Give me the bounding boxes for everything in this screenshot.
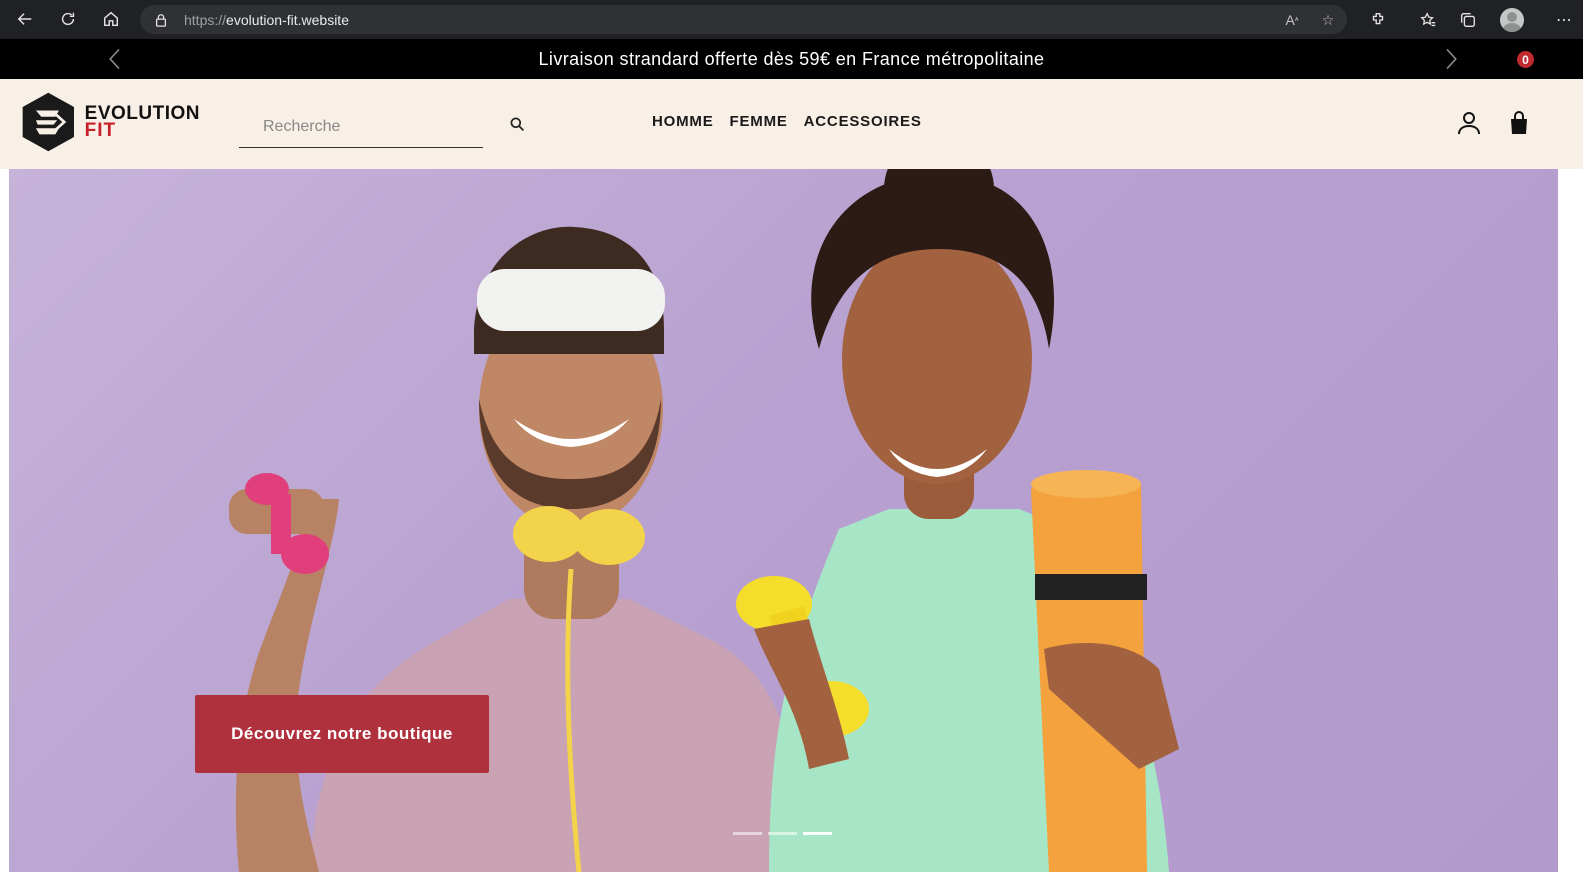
hero-banner: Découvrez notre boutique bbox=[9, 169, 1558, 872]
site-header: EVOLUTION FIT HOMME FEMME ACCESSOIRES bbox=[0, 79, 1583, 169]
logo-text-fit: FIT bbox=[84, 120, 117, 141]
hero-gutter-left bbox=[0, 169, 9, 872]
back-icon[interactable] bbox=[9, 3, 41, 35]
main-nav: HOMME FEMME ACCESSOIRES bbox=[652, 113, 922, 130]
announcement-prev-icon[interactable] bbox=[101, 45, 129, 73]
slider-dot-3[interactable] bbox=[803, 832, 832, 835]
address-bar[interactable]: https://evolution-fit.website Aᴬ ☆ bbox=[140, 5, 1347, 34]
cart-count-badge: 0 bbox=[1517, 51, 1534, 68]
nav-item-femme[interactable]: FEMME bbox=[730, 113, 788, 130]
cart-icon[interactable] bbox=[1506, 109, 1532, 137]
account-icon[interactable] bbox=[1456, 110, 1482, 136]
more-icon[interactable]: ⋯ bbox=[1548, 4, 1580, 36]
collections-icon[interactable] bbox=[1452, 4, 1484, 36]
lock-icon bbox=[154, 12, 170, 28]
site-logo[interactable]: EVOLUTION FIT bbox=[20, 87, 200, 157]
home-icon[interactable] bbox=[95, 3, 127, 35]
announcement-next-icon[interactable] bbox=[1437, 45, 1465, 73]
nav-item-accessoires[interactable]: ACCESSOIRES bbox=[804, 113, 922, 130]
extensions-icon[interactable] bbox=[1362, 4, 1394, 36]
reload-icon[interactable] bbox=[52, 3, 84, 35]
slider-dot-2[interactable] bbox=[768, 832, 797, 835]
favorite-add-icon[interactable]: ☆ bbox=[1317, 9, 1339, 31]
shop-cta-button[interactable]: Découvrez notre boutique bbox=[195, 695, 489, 773]
slider-pagination bbox=[733, 832, 832, 835]
nav-item-homme[interactable]: HOMME bbox=[652, 113, 714, 130]
slider-dot-1[interactable] bbox=[733, 832, 762, 835]
search-input[interactable] bbox=[239, 117, 469, 136]
hero-gutter-right bbox=[1558, 169, 1583, 872]
url-text: https://evolution-fit.website bbox=[184, 11, 349, 28]
announcement-text: Livraison strandard offerte dès 59€ en F… bbox=[538, 48, 1045, 69]
search-icon[interactable] bbox=[506, 113, 528, 135]
read-aloud-icon[interactable]: Aᴬ bbox=[1281, 9, 1303, 31]
profile-avatar[interactable] bbox=[1496, 4, 1528, 36]
search-field bbox=[239, 106, 483, 148]
browser-toolbar: https://evolution-fit.website Aᴬ ☆ ⋯ bbox=[0, 0, 1583, 39]
logo-mark-icon bbox=[22, 92, 75, 152]
announcement-bar: Livraison strandard offerte dès 59€ en F… bbox=[0, 39, 1583, 79]
favorites-icon[interactable] bbox=[1412, 4, 1444, 36]
